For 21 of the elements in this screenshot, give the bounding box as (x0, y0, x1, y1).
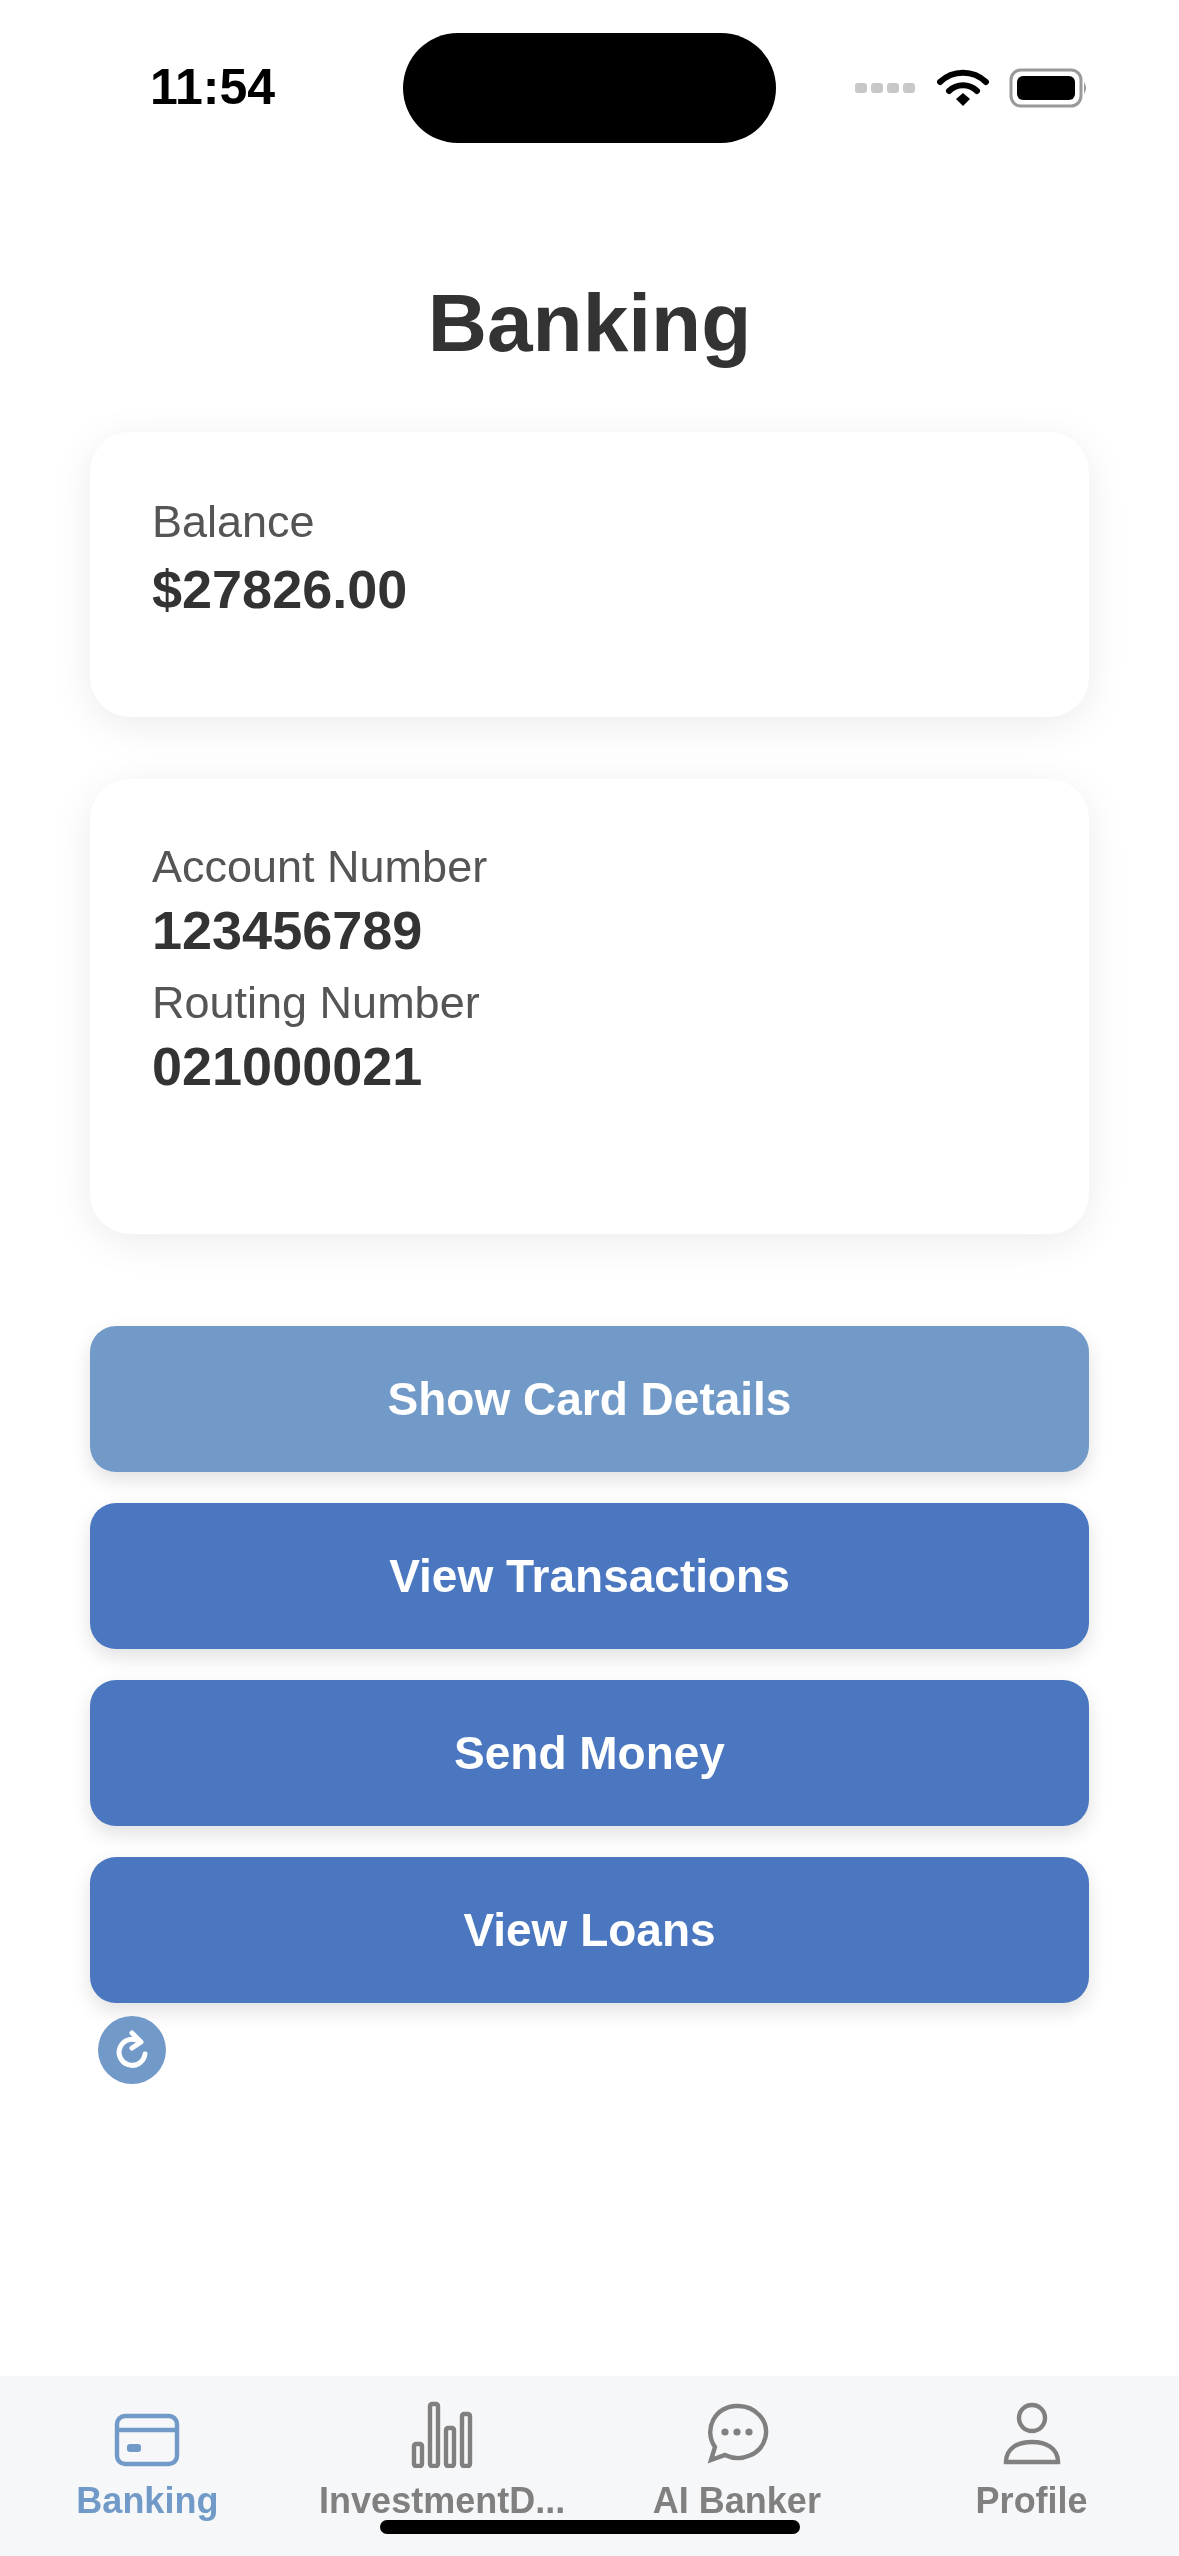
balance-amount: $27826.00 (152, 558, 408, 621)
status-time: 11:54 (150, 58, 276, 117)
tab-item[interactable]: InvestmentD... (294, 2398, 590, 2556)
field-value: 021000021 (152, 1035, 423, 1098)
action-button[interactable]: Send Money (90, 1680, 1089, 1826)
action-button[interactable]: View Transactions (90, 1503, 1089, 1649)
wifi-icon (937, 67, 989, 108)
credit-card-icon (113, 2412, 182, 2468)
balance-label: Balance (152, 495, 315, 549)
field-value: 123456789 (152, 899, 423, 962)
field-label: Account Number (152, 840, 488, 894)
tab-item[interactable]: Profile (884, 2398, 1179, 2556)
battery-icon (1009, 67, 1089, 108)
refresh-icon (114, 2030, 150, 2070)
tab-item[interactable]: AI Banker (589, 2398, 885, 2556)
field-label: Routing Number (152, 976, 480, 1030)
action-button[interactable]: View Loans (90, 1857, 1089, 2003)
signal-icon (855, 80, 917, 95)
tab-item[interactable]: Banking (0, 2398, 295, 2556)
page-title: Banking (426, 276, 753, 370)
bar-chart-icon (410, 2400, 475, 2468)
